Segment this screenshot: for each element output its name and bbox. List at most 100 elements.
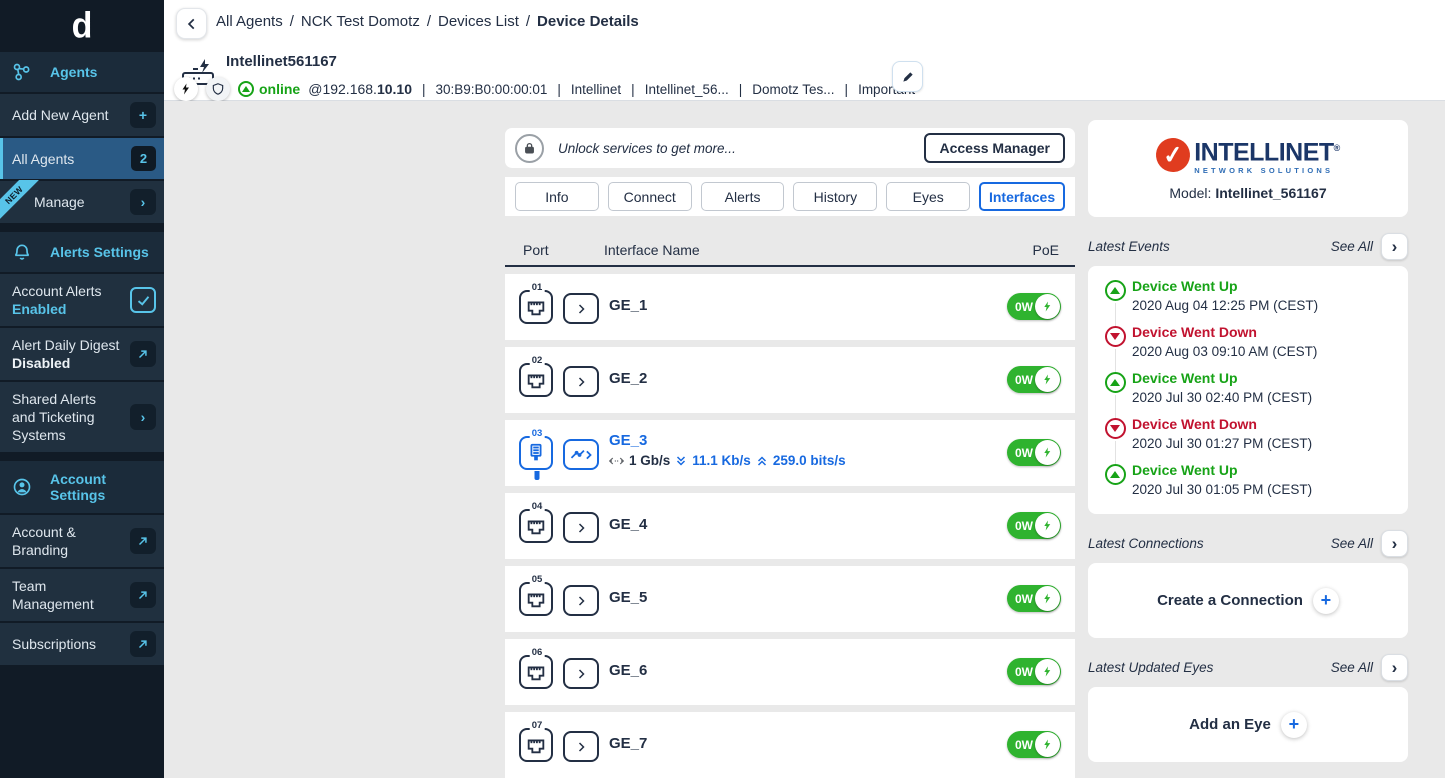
see-all-events-link[interactable]: See All — [1331, 239, 1373, 254]
tab-alerts[interactable]: Alerts — [701, 182, 785, 211]
app-root: d Agents Add New Agent + All Agents 2 NE… — [0, 0, 1445, 778]
external-link-icon[interactable] — [130, 528, 156, 554]
ethernet-port-icon: 02 — [519, 363, 555, 399]
expand-interface-button[interactable] — [563, 658, 599, 689]
lock-icon — [515, 134, 544, 163]
create-connection-card[interactable]: Create a Connection + — [1088, 563, 1408, 638]
see-all-connections-link[interactable]: See All — [1331, 536, 1373, 551]
status-badge: online — [238, 81, 300, 97]
checkbox-icon[interactable] — [130, 287, 156, 313]
daily-digest-status: Disabled — [12, 354, 119, 372]
see-all-connections-button[interactable]: › — [1381, 530, 1408, 557]
interface-name[interactable]: GE_3 — [609, 432, 647, 449]
add-eye-card[interactable]: Add an Eye + — [1088, 687, 1408, 762]
external-link-icon[interactable] — [130, 631, 156, 657]
poe-toggle[interactable]: 0W — [1007, 585, 1061, 612]
sidebar-item-account-alerts[interactable]: Account Alerts Enabled — [0, 272, 164, 326]
sidebar-item-manage[interactable]: NEW Manage › — [0, 179, 164, 223]
poe-toggle[interactable]: 0W — [1007, 366, 1061, 393]
device-name: Intellinet561167 — [226, 53, 337, 70]
sidebar-item-all-agents[interactable]: All Agents 2 — [0, 136, 164, 179]
interface-row: 01 GE_1 0W — [505, 274, 1075, 340]
breadcrumb-item[interactable]: NCK Test Domotz — [301, 13, 420, 30]
interfaces-table-header: Port Interface Name PoE — [505, 242, 1075, 267]
device-tag[interactable]: Intellinet_56... — [645, 82, 729, 97]
event-item[interactable]: Device Went Down2020 Jul 30 01:27 PM (CE… — [1098, 416, 1394, 453]
interface-name: GE_4 — [609, 516, 647, 533]
plus-icon[interactable]: + — [130, 102, 156, 128]
see-all-eyes-link[interactable]: See All — [1331, 660, 1373, 675]
section-title: Latest Updated Eyes — [1088, 660, 1213, 675]
sidebar-header-account-settings: Account Settings — [0, 461, 164, 513]
online-up-icon — [238, 81, 254, 97]
sidebar-item-account-branding[interactable]: Account & Branding — [0, 513, 164, 567]
event-item[interactable]: Device Went Down2020 Aug 03 09:10 AM (CE… — [1098, 324, 1394, 361]
device-down-icon — [1105, 418, 1126, 439]
interface-row: 05 GE_5 0W — [505, 566, 1075, 632]
device-tag[interactable]: Domotz Tes... — [752, 82, 834, 97]
sidebar-item-add-new-agent[interactable]: Add New Agent + — [0, 92, 164, 136]
interface-name: GE_2 — [609, 370, 647, 387]
poe-toggle[interactable]: 0W — [1007, 293, 1061, 320]
sidebar-item-shared-alerts[interactable]: Shared Alerts and Ticketing Systems › — [0, 380, 164, 452]
breadcrumb: All Agents/NCK Test Domotz/Devices List/… — [216, 13, 639, 30]
poe-toggle[interactable]: 0W — [1007, 658, 1061, 685]
see-all-eyes-button[interactable]: › — [1381, 654, 1408, 681]
event-item[interactable]: Device Went Up2020 Aug 04 12:25 PM (CEST… — [1098, 278, 1394, 315]
sidebar-header-label: Account Settings — [50, 471, 152, 503]
back-button[interactable] — [176, 8, 207, 39]
expand-interface-button[interactable] — [563, 585, 599, 616]
event-item[interactable]: Device Went Up2020 Jul 30 02:40 PM (CEST… — [1098, 370, 1394, 407]
event-item[interactable]: Device Went Up2020 Jul 30 01:05 PM (CEST… — [1098, 462, 1394, 499]
device-model: Model: Intellinet_561167 — [1169, 185, 1326, 201]
chevron-left-icon — [185, 17, 199, 31]
plus-icon[interactable]: + — [1313, 588, 1339, 614]
access-manager-button[interactable]: Access Manager — [924, 133, 1065, 163]
expand-interface-button[interactable] — [563, 293, 599, 324]
external-link-icon[interactable] — [130, 341, 156, 367]
sidebar-item-team-management[interactable]: Team Management — [0, 567, 164, 621]
column-header-port: Port — [523, 242, 549, 258]
device-up-icon — [1105, 280, 1126, 301]
column-header-name: Interface Name — [604, 242, 700, 258]
view-traffic-chart-button[interactable] — [563, 439, 599, 470]
edit-device-button[interactable] — [892, 61, 923, 92]
shield-icon[interactable] — [206, 77, 230, 101]
chevron-right-icon[interactable]: › — [130, 404, 156, 430]
topbar: All Agents/NCK Test Domotz/Devices List/… — [164, 0, 1445, 101]
tab-info[interactable]: Info — [515, 182, 599, 211]
breadcrumb-item[interactable]: All Agents — [216, 13, 283, 30]
expand-interface-button[interactable] — [563, 366, 599, 397]
tab-history[interactable]: History — [793, 182, 877, 211]
breadcrumb-item[interactable]: Devices List — [438, 13, 519, 30]
poe-toggle[interactable]: 0W — [1007, 731, 1061, 758]
tab-eyes[interactable]: Eyes — [886, 182, 970, 211]
tab-interfaces[interactable]: Interfaces — [979, 182, 1065, 211]
download-icon — [675, 455, 687, 467]
expand-interface-button[interactable] — [563, 731, 599, 762]
sidebar-item-alert-daily-digest[interactable]: Alert Daily Digest Disabled — [0, 326, 164, 380]
sidebar-header-label: Agents — [50, 64, 97, 80]
link-speed: 1 Gb/s — [629, 453, 670, 468]
poe-toggle[interactable]: 0W — [1007, 512, 1061, 539]
poe-toggle[interactable]: 0W — [1007, 439, 1061, 466]
interface-name: GE_7 — [609, 735, 647, 752]
see-all-events-button[interactable]: › — [1381, 233, 1408, 260]
latest-connections-header: Latest Connections See All › — [1088, 529, 1408, 557]
tab-connect[interactable]: Connect — [608, 182, 692, 211]
sidebar-item-subscriptions[interactable]: Subscriptions — [0, 621, 164, 665]
device-tag[interactable]: Intellinet — [571, 82, 621, 97]
sidebar-header-label: Alerts Settings — [50, 244, 149, 260]
unlock-services-banner: Unlock services to get more... Access Ma… — [505, 128, 1075, 168]
interface-row: 02 GE_2 0W — [505, 347, 1075, 413]
chevron-right-icon[interactable]: › — [130, 189, 156, 215]
power-bolt-icon[interactable] — [174, 77, 198, 101]
device-up-icon — [1105, 464, 1126, 485]
unlock-message: Unlock services to get more... — [558, 141, 736, 156]
external-link-icon[interactable] — [130, 582, 156, 608]
bell-icon — [12, 242, 32, 262]
latest-eyes-header: Latest Updated Eyes See All › — [1088, 653, 1408, 681]
ethernet-port-icon: 07 — [519, 728, 555, 764]
expand-interface-button[interactable] — [563, 512, 599, 543]
plus-icon[interactable]: + — [1281, 712, 1307, 738]
